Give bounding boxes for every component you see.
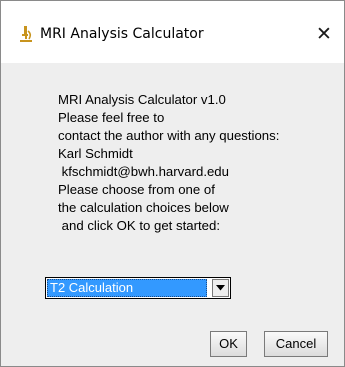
chevron-down-icon (216, 285, 225, 291)
cancel-button[interactable]: Cancel (264, 331, 328, 357)
title-bar[interactable]: MRI Analysis Calculator ✕ (1, 1, 344, 63)
calculation-select[interactable]: T2 Calculation (45, 277, 231, 299)
dialog-body: MRI Analysis Calculator v1.0 Please feel… (1, 63, 344, 366)
close-button[interactable]: ✕ (311, 22, 337, 46)
message-line: MRI Analysis Calculator v1.0 (58, 92, 226, 107)
dialog-window: MRI Analysis Calculator ✕ MRI Analysis C… (0, 0, 345, 367)
window-title: MRI Analysis Calculator (40, 26, 204, 42)
message-line: Karl Schmidt (58, 146, 133, 161)
microscope-icon (19, 25, 33, 43)
message-line: the calculation choices below (58, 200, 229, 215)
message-line: and click OK to get started: (58, 218, 220, 233)
calculation-select-value[interactable]: T2 Calculation (47, 279, 207, 297)
message-line: contact the author with any questions: (58, 128, 280, 143)
message-text: MRI Analysis Calculator v1.0 Please feel… (58, 91, 279, 235)
message-line: Please feel free to (58, 110, 165, 125)
message-line: kfschmidt@bwh.harvard.edu (58, 164, 229, 179)
dropdown-arrow-button[interactable] (212, 279, 229, 297)
message-line: Please choose from one of (58, 182, 215, 197)
ok-button[interactable]: OK (210, 331, 247, 357)
